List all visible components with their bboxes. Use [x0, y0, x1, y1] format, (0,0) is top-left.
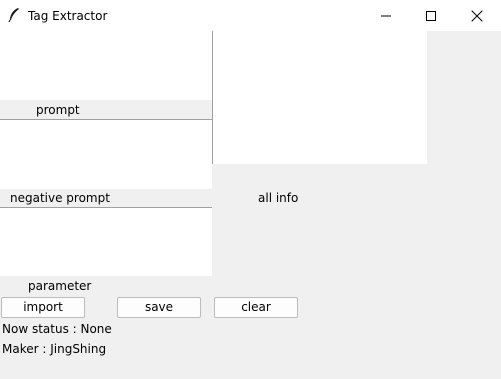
import-button[interactable]: import — [1, 297, 85, 318]
minimize-icon — [381, 15, 391, 16]
status-text: Now status : None — [2, 322, 112, 336]
all-info-label: all info — [258, 191, 299, 205]
save-button[interactable]: save — [117, 297, 201, 318]
prompt-textbox[interactable] — [0, 31, 212, 100]
maker-text: Maker : JingShing — [2, 342, 107, 356]
title-bar: Tag Extractor — [0, 0, 501, 31]
clear-button[interactable]: clear — [214, 297, 298, 318]
parameter-label: parameter — [28, 279, 92, 293]
negative-prompt-textbox[interactable] — [0, 120, 212, 189]
close-icon — [471, 10, 483, 21]
all-info-textbox[interactable] — [213, 31, 427, 164]
prompt-label: prompt — [36, 103, 80, 117]
close-button[interactable] — [454, 0, 500, 31]
window-title: Tag Extractor — [28, 9, 108, 23]
maximize-button[interactable] — [408, 0, 454, 31]
parameter-textbox[interactable] — [0, 208, 212, 276]
minimize-button[interactable] — [363, 0, 409, 31]
maximize-icon — [426, 10, 436, 21]
negative-prompt-label: negative prompt — [10, 191, 110, 205]
feather-icon — [7, 7, 21, 23]
